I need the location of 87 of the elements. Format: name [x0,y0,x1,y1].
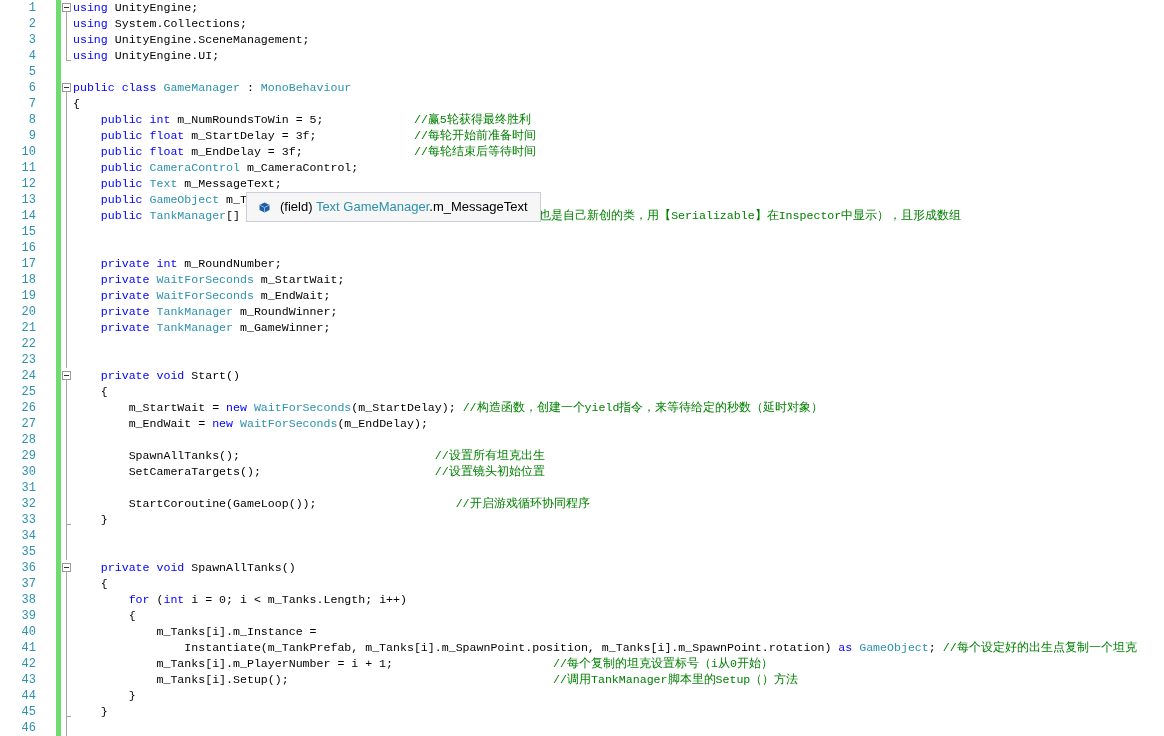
line-number: 1 [27,0,36,16]
line-number: 5 [27,64,36,80]
code-line: m_Tanks[i].m_Instance = [155,624,317,640]
line-number: 31 [20,480,36,496]
code-line: public int m_NumRoundsToWin = 5; //赢5轮获得最终胜利 [99,112,531,128]
code-line: Instantiate(m_TankPrefab, m_Tanks[i].m_SpawnPoint.position, m_Tanks[i].m_SpawnPoint.rotation) as GameObject; //每个设定好的出生点复制一个坦克 [183,640,1137,656]
line-number: 14 [20,208,36,224]
collapse-icon[interactable] [62,563,71,572]
collapse-icon[interactable] [62,371,71,380]
line-number: 12 [20,176,36,192]
line-number: 20 [20,304,36,320]
line-number: 21 [20,320,36,336]
line-number: 34 [20,528,36,544]
line-number: 4 [27,48,36,64]
line-number: 35 [20,544,36,560]
line-number: 29 [20,448,36,464]
line-number: 23 [20,352,36,368]
code-line: using UnityEngine.SceneManagement; [73,32,310,48]
code-line: private WaitForSeconds m_EndWait; [99,288,331,304]
line-number: 32 [20,496,36,512]
line-number: 33 [20,512,36,528]
line-number: 11 [20,160,36,176]
line-number: 16 [20,240,36,256]
code-line: public Text m_MessageText; [99,176,282,192]
line-number: 9 [27,128,36,144]
code-line: private void SpawnAllTanks() [99,560,296,576]
code-line: StartCoroutine(GameLoop()); //开启游戏循环协同程序 [127,496,590,512]
code-line: public class GameManager : MonoBehaviour [73,80,352,96]
code-line: m_Tanks[i].Setup(); //调用TankManager脚本里的Setup（）方法 [155,672,799,688]
code-line: } [127,688,136,704]
line-number: 40 [20,624,36,640]
code-line: for (int i = 0; i < m_Tanks.Length; i++) [127,592,407,608]
line-number: 27 [20,416,36,432]
code-line: { [99,576,108,592]
code-line: { [73,96,80,112]
code-line: } [99,704,108,720]
line-number: 30 [20,464,36,480]
code-line: private TankManager m_RoundWinner; [99,304,338,320]
code-line: private TankManager m_GameWinner; [99,320,331,336]
line-number: 6 [27,80,36,96]
code-line: private void Start() [99,368,240,384]
code-line: SetCameraTargets(); //设置镜头初始位置 [127,464,545,480]
line-number: 46 [20,720,36,736]
line-number: 25 [20,384,36,400]
line-number: 18 [20,272,36,288]
line-number: 8 [27,112,36,128]
line-number: 26 [20,400,36,416]
line-number: 39 [20,608,36,624]
line-number: 38 [20,592,36,608]
code-line: SpawnAllTanks(); //设置所有坦克出生 [127,448,545,464]
code-line: m_Tanks[i].m_PlayerNumber = i + 1; //每个复制的坦克设置标号（i从0开始） [155,656,773,672]
line-number: 28 [20,432,36,448]
code-line: public float m_StartDelay = 3f; //每轮开始前准备时间 [99,128,536,144]
code-line: private int m_RoundNumber; [99,256,282,272]
line-number: 24 [20,368,36,384]
line-number: 13 [20,192,36,208]
line-number: 44 [20,688,36,704]
line-number: 43 [20,672,36,688]
line-number: 19 [20,288,36,304]
line-number: 41 [20,640,36,656]
line-number: 3 [27,32,36,48]
code-line: { [127,608,136,624]
line-number: 45 [20,704,36,720]
collapse-icon[interactable] [62,3,71,12]
line-number: 36 [20,560,36,576]
line-number: 15 [20,224,36,240]
collapse-icon[interactable] [62,83,71,92]
code-line: { [99,384,108,400]
code-line: public GameObject m_T [99,192,247,208]
code-line: using System.Collections; [73,16,247,32]
line-number: 37 [20,576,36,592]
code-line: public float m_EndDelay = 3f; //每轮结束后等待时间 [99,144,536,160]
code-line: public CameraControl m_CameraControl; [99,160,359,176]
code-line: using UnityEngine; [73,0,199,16]
line-number: 10 [20,144,36,160]
code-line: using UnityEngine.UI; [73,48,220,64]
line-number: 2 [27,16,36,32]
line-number: 22 [20,336,36,352]
cube-icon [259,201,270,213]
tooltip-text: (field) Text GameManager.m_MessageText [280,198,528,217]
line-number: 42 [20,656,36,672]
code-line: m_EndWait = new WaitForSeconds(m_EndDelay); [127,416,428,432]
code-line: private WaitForSeconds m_StartWait; [99,272,345,288]
code-line: m_StartWait = new WaitForSeconds(m_StartDelay); //构造函数，创建一个yield指令，来等待给定的秒数（延时对象） [127,400,824,416]
line-number: 7 [27,96,36,112]
line-number: 17 [20,256,36,272]
code-line: } [99,512,108,528]
